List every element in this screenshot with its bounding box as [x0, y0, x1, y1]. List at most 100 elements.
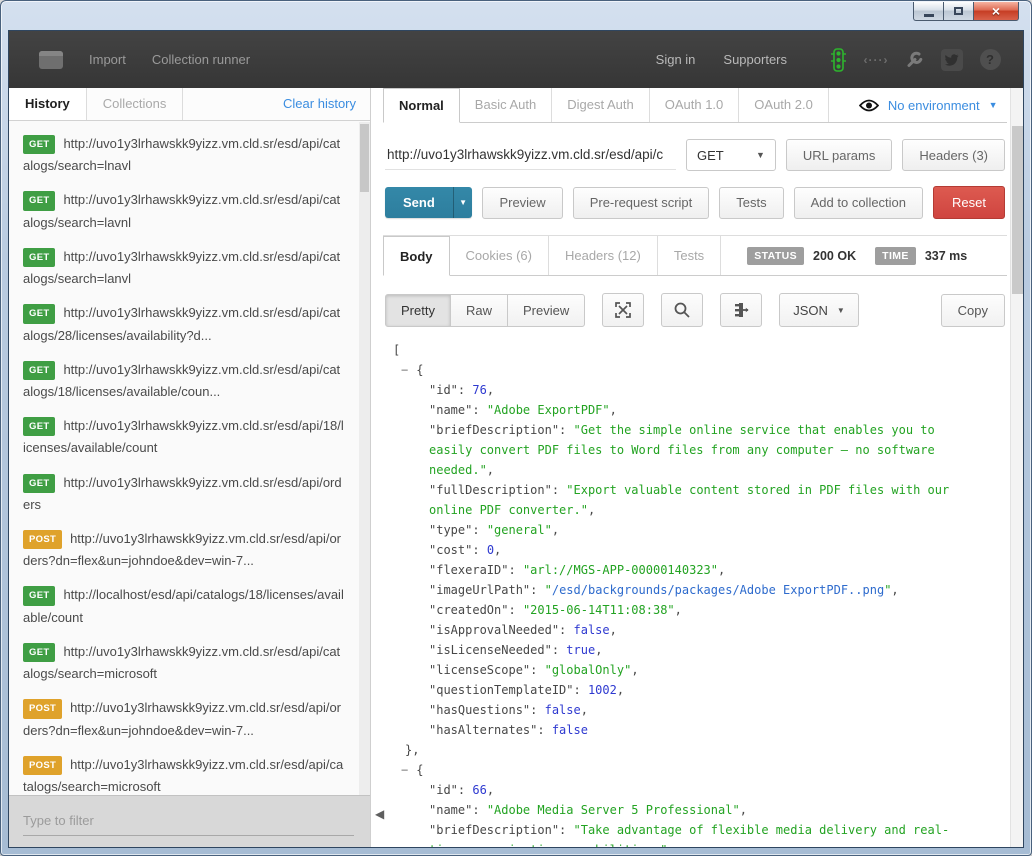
list-item[interactable]: GEThttp://uvo1y3lrhawskk9yizz.vm.cld.sr/…	[23, 189, 346, 232]
json-line: "hasQuestions": false,	[391, 700, 977, 720]
json-line: "isApprovalNeeded": false,	[391, 620, 977, 640]
tab-collections[interactable]: Collections	[87, 88, 184, 120]
history-url: http://uvo1y3lrhawskk9yizz.vm.cld.sr/esd…	[23, 531, 341, 568]
prerequest-script-button[interactable]: Pre-request script	[573, 187, 710, 219]
expand-icon[interactable]	[602, 293, 644, 327]
list-item[interactable]: POSThttp://uvo1y3lrhawskk9yizz.vm.cld.sr…	[23, 697, 346, 740]
history-url: http://uvo1y3lrhawskk9yizz.vm.cld.sr/esd…	[23, 192, 340, 229]
history-url: http://uvo1y3lrhawskk9yizz.vm.cld.sr/esd…	[23, 136, 340, 173]
list-item[interactable]: GEThttp://localhost/esd/api/catalogs/18/…	[23, 584, 346, 627]
preview-button[interactable]: Preview	[482, 187, 562, 219]
twitter-icon[interactable]	[939, 47, 965, 73]
json-line: "hasAlternates": false	[391, 720, 977, 740]
list-item[interactable]: GEThttp://uvo1y3lrhawskk9yizz.vm.cld.sr/…	[23, 359, 346, 402]
top-navbar: Import Collection runner Sign in Support…	[9, 31, 1023, 88]
main-scrollbar[interactable]	[1010, 88, 1023, 847]
drawer-icon[interactable]	[39, 51, 63, 69]
action-row: Send ▼ Preview Pre-request script Tests …	[385, 186, 1005, 219]
navbar-right: Sign in Supporters	[628, 47, 1003, 73]
list-item[interactable]: POSThttp://uvo1y3lrhawskk9yizz.vm.cld.sr…	[23, 528, 346, 571]
window-controls: ×	[913, 2, 1019, 21]
indent-format-icon[interactable]	[720, 293, 762, 327]
sign-in-link[interactable]: Sign in	[656, 52, 696, 67]
minimize-button[interactable]	[913, 2, 943, 21]
send-button[interactable]: Send	[385, 187, 453, 218]
preview-view-button[interactable]: Preview	[507, 294, 585, 327]
collapse-toggle-icon[interactable]: −	[401, 363, 408, 377]
filter-input[interactable]	[23, 806, 354, 836]
json-line: "fullDescription": "Export valuable cont…	[391, 480, 977, 520]
tab-headers-12-[interactable]: Headers (12)	[549, 236, 658, 275]
url-row: GET ▼ URL params Headers (3)	[385, 139, 1005, 171]
main-scrollbar-thumb[interactable]	[1012, 126, 1023, 294]
method-badge: GET	[23, 135, 55, 154]
tab-digest-auth[interactable]: Digest Auth	[552, 88, 650, 122]
search-icon[interactable]	[661, 293, 703, 327]
json-line: },	[391, 740, 977, 760]
json-line: "id": 76,	[391, 380, 977, 400]
tab-tests[interactable]: Tests	[658, 236, 721, 275]
list-item[interactable]: GEThttp://uvo1y3lrhawskk9yizz.vm.cld.sr/…	[23, 472, 346, 515]
clear-history-link[interactable]: Clear history	[283, 88, 370, 120]
history-list: GEThttp://uvo1y3lrhawskk9yizz.vm.cld.sr/…	[9, 121, 370, 795]
collapse-toggle-icon[interactable]: −	[401, 763, 408, 777]
method-select[interactable]: GET ▼	[686, 139, 776, 171]
list-item[interactable]: POSThttp://uvo1y3lrhawskk9yizz.vm.cld.sr…	[23, 754, 346, 795]
list-item[interactable]: GEThttp://uvo1y3lrhawskk9yizz.vm.cld.sr/…	[23, 246, 346, 289]
list-item[interactable]: GEThttp://uvo1y3lrhawskk9yizz.vm.cld.sr/…	[23, 415, 346, 458]
help-icon[interactable]: ?	[977, 47, 1003, 73]
sidebar: History Collections Clear history GEThtt…	[9, 88, 371, 847]
tab-normal[interactable]: Normal	[383, 88, 460, 123]
close-icon: ×	[992, 4, 1000, 18]
tab-body[interactable]: Body	[383, 236, 450, 276]
response-meta: STATUS 200 OK TIME 337 ms	[747, 236, 977, 275]
sidebar-collapse-arrow[interactable]: ◀	[375, 807, 384, 821]
sidebar-scrollbar-thumb[interactable]	[360, 124, 369, 192]
tab-oauth-2-0[interactable]: OAuth 2.0	[739, 88, 829, 122]
json-line: "licenseScope": "globalOnly",	[391, 660, 977, 680]
method-badge: POST	[23, 530, 62, 549]
nav-collection-runner[interactable]: Collection runner	[152, 52, 250, 67]
add-to-collection-button[interactable]: Add to collection	[794, 187, 923, 219]
headers-button[interactable]: Headers (3)	[902, 139, 1005, 171]
tests-button[interactable]: Tests	[719, 187, 783, 219]
traffic-light-icon[interactable]	[825, 47, 851, 73]
tab-basic-auth[interactable]: Basic Auth	[460, 88, 552, 122]
sidebar-scrollbar[interactable]	[359, 122, 370, 795]
url-params-button[interactable]: URL params	[786, 139, 892, 171]
auth-tabs-row: NormalBasic AuthDigest AuthOAuth 1.0OAut…	[383, 88, 1007, 123]
raw-view-button[interactable]: Raw	[450, 294, 508, 327]
app-window: × Import Collection runner Sign in Suppo…	[0, 0, 1032, 856]
maximize-button[interactable]	[943, 2, 973, 21]
tab-oauth-1-0[interactable]: OAuth 1.0	[650, 88, 740, 122]
json-line: "questionTemplateID": 1002,	[391, 680, 977, 700]
sidebar-tabs: History Collections Clear history	[9, 88, 370, 121]
json-line: "name": "Adobe Media Server 5 Profession…	[391, 800, 977, 820]
url-input[interactable]	[385, 140, 676, 170]
close-button[interactable]: ×	[973, 2, 1019, 21]
method-badge: GET	[23, 417, 55, 436]
method-badge: GET	[23, 361, 55, 380]
list-item[interactable]: GEThttp://uvo1y3lrhawskk9yizz.vm.cld.sr/…	[23, 302, 346, 345]
send-dropdown-button[interactable]: ▼	[453, 187, 473, 218]
nav-import[interactable]: Import	[89, 52, 126, 67]
tab-history[interactable]: History	[9, 88, 87, 120]
code-snippets-icon[interactable]: ‹···›	[863, 47, 889, 73]
view-toolbar: PrettyRawPreview	[385, 293, 1005, 327]
copy-button[interactable]: Copy	[941, 294, 1005, 327]
reset-button[interactable]: Reset	[933, 186, 1005, 219]
chevron-down-icon: ▼	[756, 150, 765, 160]
json-link[interactable]: /esd/backgrounds/packages/Adobe ExportPD…	[552, 583, 884, 597]
supporters-link[interactable]: Supporters	[723, 52, 787, 67]
wrench-icon[interactable]	[901, 47, 927, 73]
status-badge: STATUS	[747, 247, 804, 265]
list-item[interactable]: GEThttp://uvo1y3lrhawskk9yizz.vm.cld.sr/…	[23, 133, 346, 176]
tab-cookies-6-[interactable]: Cookies (6)	[450, 236, 549, 275]
format-select[interactable]: JSON ▼	[779, 293, 859, 327]
pretty-view-button[interactable]: Pretty	[385, 294, 451, 327]
method-badge: GET	[23, 248, 55, 267]
history-url: http://uvo1y3lrhawskk9yizz.vm.cld.sr/esd…	[23, 475, 342, 512]
list-item[interactable]: GEThttp://uvo1y3lrhawskk9yizz.vm.cld.sr/…	[23, 641, 346, 684]
environment-selector[interactable]: No environment ▼	[859, 88, 998, 122]
json-line: −{	[391, 760, 977, 780]
